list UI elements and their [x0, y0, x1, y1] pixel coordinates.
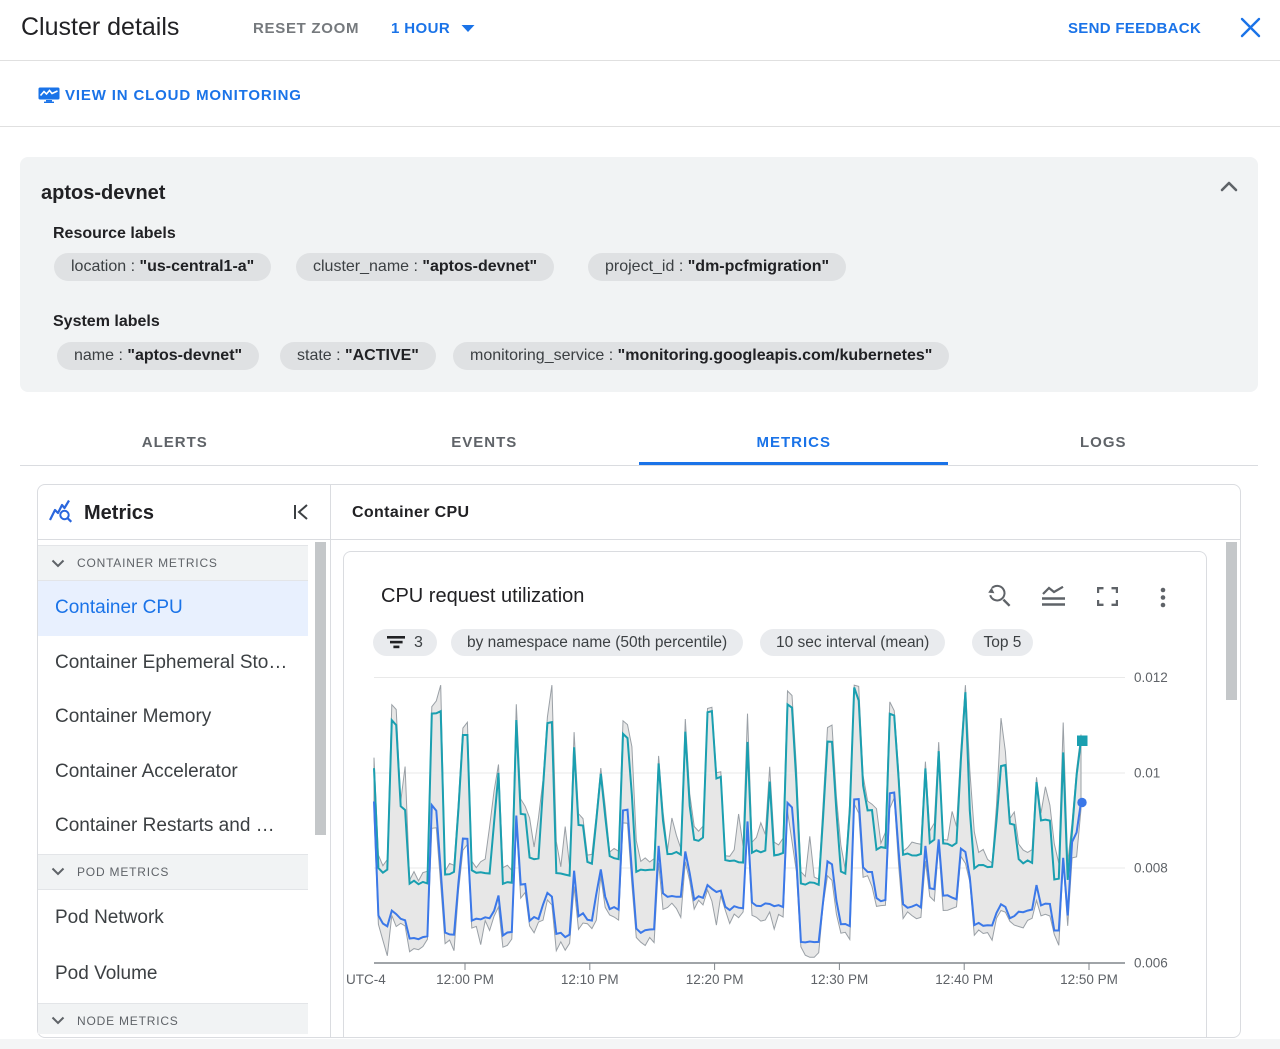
svg-text:12:10 PM: 12:10 PM: [561, 972, 619, 987]
svg-text:0.006: 0.006: [1134, 956, 1168, 971]
svg-text:12:00 PM: 12:00 PM: [436, 972, 494, 987]
svg-text:0.012: 0.012: [1134, 670, 1168, 685]
svg-text:UTC-4: UTC-4: [346, 972, 386, 987]
svg-text:12:30 PM: 12:30 PM: [811, 972, 869, 987]
svg-text:12:40 PM: 12:40 PM: [935, 972, 993, 987]
svg-text:12:20 PM: 12:20 PM: [686, 972, 744, 987]
svg-text:0.01: 0.01: [1134, 766, 1160, 781]
svg-text:0.008: 0.008: [1134, 861, 1168, 876]
svg-text:12:50 PM: 12:50 PM: [1060, 972, 1118, 987]
